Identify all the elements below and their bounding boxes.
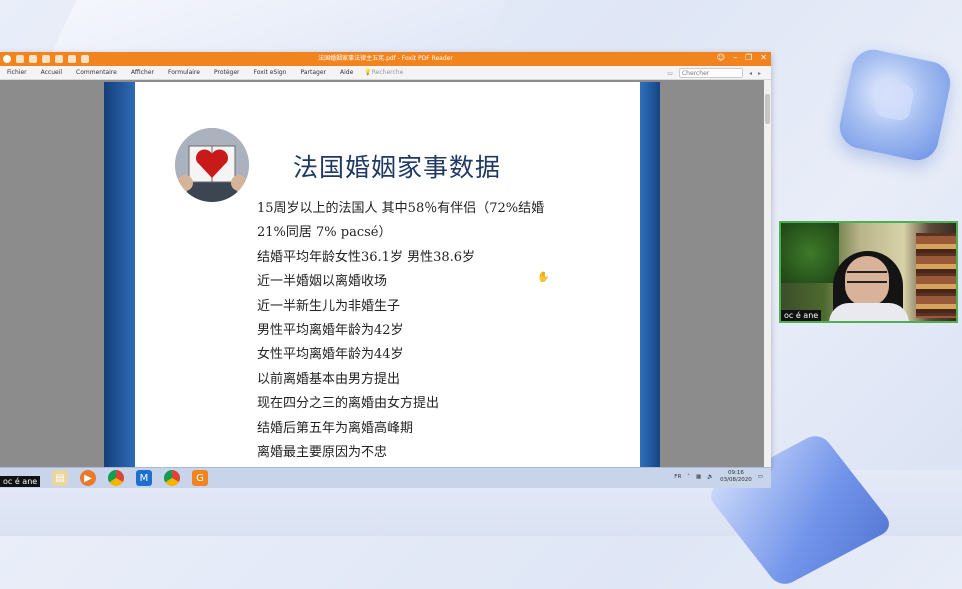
slide-content: 法国婚姻家事数据 15周岁以上的法国人 其中58％有伴侣（72%结婚 21%同居…: [135, 82, 640, 467]
chrome-icon-2[interactable]: [164, 470, 180, 486]
view-mode-icon[interactable]: ▭: [667, 70, 673, 77]
webcam-person-body: [829, 303, 909, 321]
pdf-page: 法国婚姻家事数据 15周岁以上的法国人 其中58％有伴侣（72%结婚 21%同居…: [104, 82, 660, 467]
webcam-person-glasses: [847, 271, 887, 283]
restore-icon[interactable]: ❐: [745, 53, 752, 62]
system-tray: FR ˄ ▦ 🔈 09:16 03/08/2020 ▭: [674, 470, 763, 484]
clock[interactable]: 09:16 03/08/2020: [720, 470, 752, 484]
slide-bullet: 15周岁以上的法国人 其中58％有伴侣（72%结婚: [257, 201, 545, 216]
tell-me-search-placeholder: Recherche: [371, 69, 404, 76]
slide-left-border: [104, 82, 135, 467]
webcam-bookshelf: [916, 233, 956, 318]
webcam-plant: [781, 223, 839, 283]
background-glass-cube: [835, 45, 955, 165]
menu-proteger[interactable]: Protéger: [207, 69, 247, 76]
hand-cursor-icon: ✋: [537, 272, 550, 283]
menu-foxit-esign[interactable]: Foxit eSign: [247, 69, 294, 76]
chrome-icon[interactable]: [108, 470, 124, 486]
slide-title: 法国婚姻家事数据: [293, 153, 502, 182]
menu-afficher[interactable]: Afficher: [124, 69, 161, 76]
file-explorer-icon[interactable]: ▤: [52, 470, 68, 486]
find-next-icon[interactable]: ▸: [758, 70, 761, 77]
menu-bar: Fichier Accueil Commentaire Afficher For…: [0, 66, 771, 80]
foxit-taskbar-icon[interactable]: G: [192, 470, 208, 486]
title-bar: 法国婚姻家事法律主五宪.pdf - Foxit PDF Reader ☺ – ❐…: [0, 52, 771, 66]
chevron-up-icon[interactable]: ˄: [687, 474, 690, 480]
slide-bullet: 结婚后第五年为离婚高峰期: [257, 420, 414, 436]
taskbar: ▤ ▶ M G FR ˄ ▦ 🔈 09:16 03/08/2020 ▭: [0, 467, 771, 488]
volume-icon[interactable]: 🔈: [707, 474, 714, 480]
menu-fichier[interactable]: Fichier: [0, 69, 34, 76]
scrollbar-thumb[interactable]: [765, 94, 770, 124]
slide-bullet-list: 15周岁以上的法国人 其中58％有伴侣（72%结婚 21%同居 7% pacsé…: [257, 197, 544, 465]
slide-bullet: 离婚最主要原因为不忠: [257, 444, 388, 460]
minimize-icon[interactable]: –: [733, 53, 737, 62]
participant-name-label: oc é ane: [0, 476, 41, 487]
network-icon[interactable]: ▦: [696, 474, 701, 480]
webcam-name-label: oc é ane: [781, 310, 822, 321]
slide-bullet: 以前离婚基本由男方提出: [257, 371, 401, 387]
webcam-video-tile[interactable]: oc é ane: [779, 221, 958, 323]
window-title: 法国婚姻家事法律主五宪.pdf - Foxit PDF Reader: [318, 55, 453, 62]
vertical-scrollbar[interactable]: [764, 80, 771, 467]
menu-aide[interactable]: Aide: [333, 69, 360, 76]
slide-bullet: 21%同居 7% pacsé）: [257, 225, 392, 241]
menu-partager[interactable]: Partager: [293, 69, 333, 76]
heart-book-illustration: [175, 128, 249, 202]
clock-time: 09:16: [728, 470, 744, 476]
slide-bullet: 近一半新生儿为非婚生子: [257, 298, 401, 314]
language-indicator[interactable]: FR: [674, 474, 681, 480]
find-input[interactable]: Chercher: [678, 68, 743, 78]
window-controls: ☺ – ❐ ✕: [717, 53, 767, 62]
close-icon[interactable]: ✕: [760, 53, 767, 62]
media-player-icon[interactable]: ▶: [80, 470, 96, 486]
lightbulb-icon: 💡: [364, 69, 372, 76]
menu-accueil[interactable]: Accueil: [34, 69, 69, 76]
menu-commentaire[interactable]: Commentaire: [69, 69, 124, 76]
find-prev-icon[interactable]: ◂: [749, 70, 752, 77]
slide-bullet: 结婚平均年龄女性36.1岁 男性38.6岁: [257, 249, 476, 265]
slide-bullet: 女性平均离婚年龄为44岁: [257, 347, 404, 363]
notification-icon[interactable]: ▭: [758, 474, 763, 480]
user-icon[interactable]: ☺: [717, 53, 725, 62]
slide-right-border: [640, 82, 660, 467]
slide-bullet: 近一半婚姻以离婚收场: [257, 274, 388, 290]
slide-bullet: 男性平均离婚年龄为42岁: [257, 322, 404, 338]
slide-bullet: 现在四分之三的离婚由女方提出: [257, 396, 440, 412]
clock-date: 03/08/2020: [720, 477, 752, 483]
tell-me-search[interactable]: 💡 Recherche: [364, 69, 403, 76]
meeting-app-icon[interactable]: M: [136, 470, 152, 486]
menu-formulaire[interactable]: Formulaire: [161, 69, 207, 76]
document-area[interactable]: 法国婚姻家事数据 15周岁以上的法国人 其中58％有伴侣（72%结婚 21%同居…: [0, 80, 764, 467]
find-placeholder: Chercher: [681, 69, 710, 77]
pdf-reader-window: 法国婚姻家事法律主五宪.pdf - Foxit PDF Reader ☺ – ❐…: [0, 52, 771, 467]
menu-right-tools: ▭ Chercher ◂ ▸: [667, 68, 761, 78]
